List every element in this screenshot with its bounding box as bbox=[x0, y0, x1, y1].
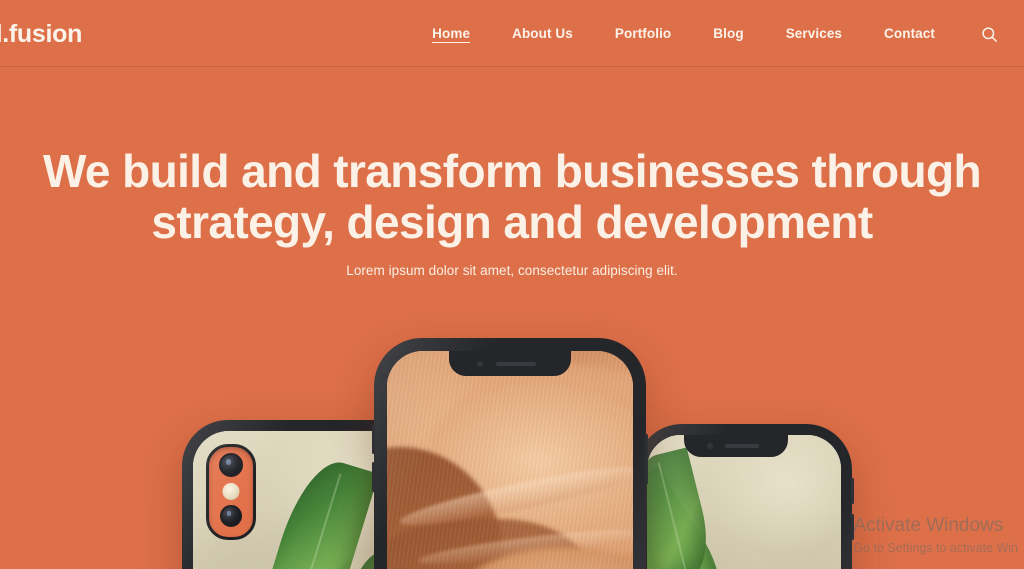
nav-item-contact[interactable]: Contact bbox=[863, 0, 956, 67]
search-icon bbox=[981, 26, 997, 42]
phone-right-notch bbox=[684, 435, 789, 457]
phone-center bbox=[372, 338, 648, 569]
nav-item-blog[interactable]: Blog bbox=[692, 0, 764, 67]
nav-item-about-us[interactable]: About Us bbox=[491, 0, 594, 67]
watermark-subtitle: Go to Settings to activate Win bbox=[853, 541, 1018, 555]
hero-heading-line-2: strategy, design and development bbox=[151, 196, 873, 248]
hero-subtitle: Lorem ipsum dolor sit amet, consectetur … bbox=[346, 263, 678, 278]
phone-center-screen bbox=[387, 351, 633, 569]
nav-item-home[interactable]: Home bbox=[411, 0, 491, 67]
page-root: We build and transform businesses throug… bbox=[0, 0, 1024, 569]
nav-item-portfolio[interactable]: Portfolio bbox=[594, 0, 692, 67]
phone-center-wallpaper bbox=[387, 351, 633, 569]
phone-right bbox=[636, 424, 854, 569]
windows-activation-watermark: Activate Windows Go to Settings to activ… bbox=[853, 513, 1018, 557]
site-logo[interactable]: el.fusion bbox=[0, 20, 82, 49]
page-title: We build and transform businesses throug… bbox=[0, 146, 1024, 248]
phone-center-volume-down bbox=[372, 462, 375, 492]
camera-flash bbox=[222, 483, 240, 500]
hero-heading-line-1: We build and transform businesses throug… bbox=[42, 145, 982, 197]
nav-item-services[interactable]: Services bbox=[765, 0, 863, 67]
main-navigation: Home About Us Portfolio Blog Services Co… bbox=[411, 0, 956, 67]
camera-lens-top bbox=[219, 453, 243, 477]
header-divider bbox=[0, 66, 1024, 67]
phone-center-notch bbox=[449, 351, 571, 376]
phone-showcase bbox=[0, 0, 1024, 569]
camera-lens-bottom bbox=[220, 505, 242, 527]
site-header: el.fusion Home About Us Portfolio Blog S… bbox=[0, 0, 1024, 67]
phone-right-volume-up bbox=[851, 478, 854, 504]
phone-left-camera-module bbox=[206, 444, 256, 540]
watermark-title: Activate Windows bbox=[853, 515, 1004, 536]
phone-center-side-button bbox=[645, 434, 648, 484]
phone-center-volume-up bbox=[372, 424, 375, 454]
phone-right-screen bbox=[647, 435, 841, 569]
search-button[interactable] bbox=[976, 21, 1002, 47]
